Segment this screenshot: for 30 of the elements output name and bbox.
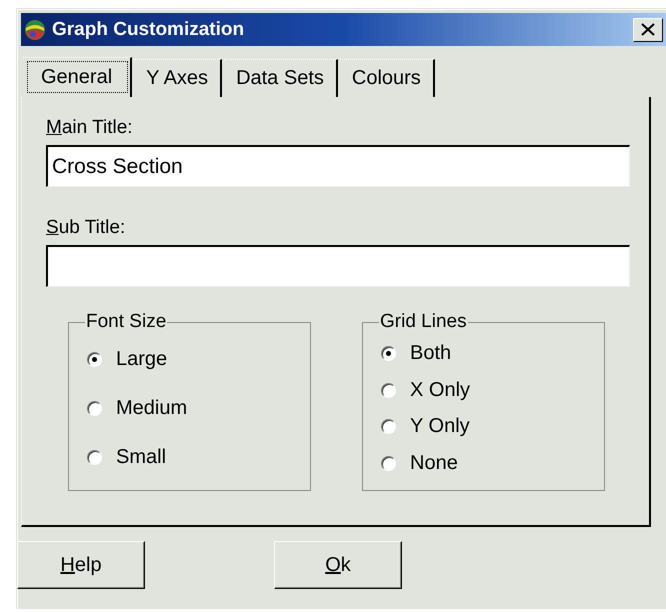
dialog-button[interactable]: Help — [17, 541, 145, 589]
close-button[interactable] — [633, 18, 663, 42]
sphere-icon — [24, 18, 46, 40]
radio-label: Large — [116, 348, 168, 371]
text-field[interactable]: Cross Section — [46, 145, 630, 187]
radio-label: Small — [116, 446, 166, 469]
group-title: Font Size — [85, 311, 168, 333]
radio-button[interactable] — [87, 401, 102, 416]
radio-label: Both — [410, 342, 452, 365]
radio-label: Y Only — [410, 415, 470, 438]
tab[interactable]: Y Axes — [134, 59, 222, 97]
radio-label: Medium — [116, 397, 188, 420]
radio-button[interactable] — [381, 419, 396, 434]
radio-label: X Only — [410, 378, 470, 402]
radio-button[interactable] — [381, 346, 396, 361]
dialog-button[interactable]: Ok — [274, 541, 402, 589]
text-field[interactable] — [46, 245, 630, 287]
group-title: Grid Lines — [379, 311, 468, 333]
radio-label: None — [410, 452, 458, 476]
radio-button[interactable] — [381, 456, 396, 472]
tab[interactable]: Data Sets — [224, 59, 338, 97]
close-icon — [641, 23, 655, 36]
window-title: Graph Customization — [52, 18, 244, 40]
radio-button[interactable] — [87, 450, 102, 465]
radio-button[interactable] — [87, 352, 102, 367]
tab[interactable]: General — [23, 57, 132, 97]
tab[interactable]: Colours — [340, 59, 435, 97]
field-label: Sub Title: — [46, 217, 126, 239]
radio-button[interactable] — [381, 382, 396, 398]
field-label: Main Title: — [46, 117, 134, 139]
